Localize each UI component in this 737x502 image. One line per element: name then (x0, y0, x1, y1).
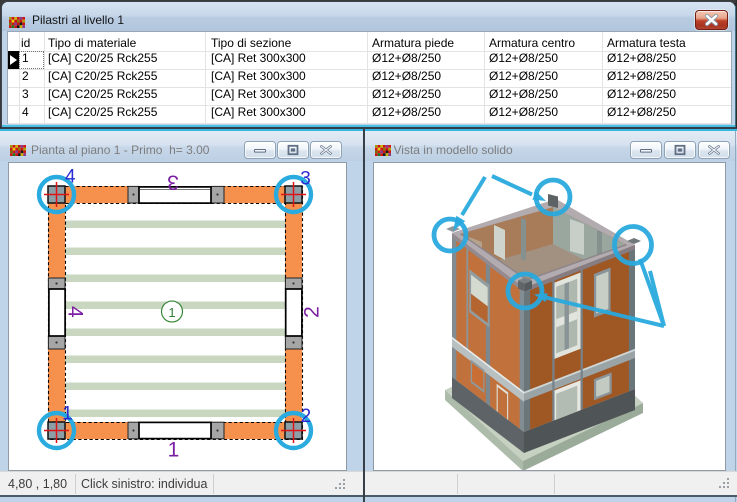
svg-text:3: 3 (167, 171, 179, 194)
svg-text:3: 3 (300, 169, 311, 190)
svg-text:4: 4 (63, 306, 86, 318)
svg-text:4: 4 (65, 167, 76, 188)
svg-text:2: 2 (301, 406, 312, 427)
svg-text:1: 1 (62, 403, 73, 424)
svg-text:1: 1 (168, 305, 175, 320)
svg-text:2: 2 (301, 306, 324, 318)
svg-text:1: 1 (168, 439, 180, 462)
